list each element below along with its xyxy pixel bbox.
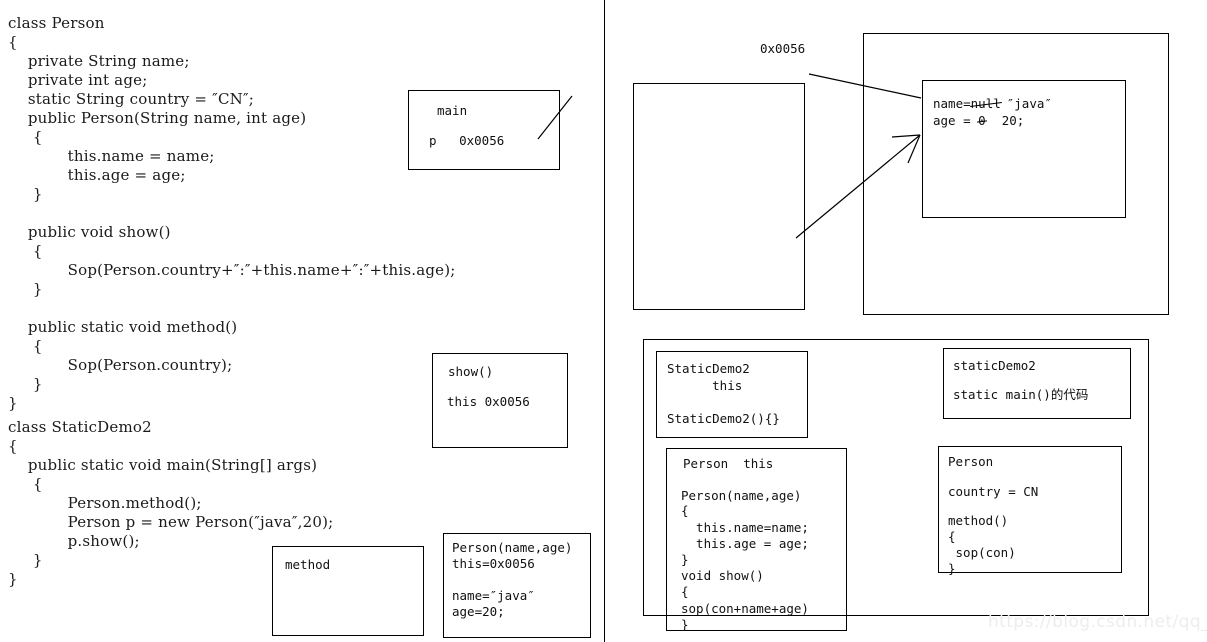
watermark-text: https://blog.csdn.net/qq_39249208 bbox=[988, 612, 1207, 632]
staticdemo2-nonstatic-line-3: StaticDemo2(){} bbox=[667, 411, 780, 426]
person-class-line-7: void show() bbox=[681, 568, 764, 583]
person-static-line-6: } bbox=[948, 561, 956, 576]
heap-object-field-name: name=null ″java″ bbox=[933, 95, 1052, 112]
method-area-staticdemo2-nonstatic-box: StaticDemo2 this StaticDemo2(){} bbox=[656, 351, 808, 438]
heap-object-field-age-old: 0 bbox=[978, 113, 986, 128]
panel-divider bbox=[604, 0, 605, 642]
person-class-line-3: { bbox=[681, 503, 689, 518]
source-code-person-class: class Person { private String name; priv… bbox=[8, 14, 456, 412]
heap-object-box: name=null ″java″ age = 0 20; bbox=[922, 80, 1126, 218]
person-static-line-2: country = CN bbox=[948, 484, 1039, 499]
person-class-line-1: Person this bbox=[683, 456, 774, 471]
staticdemo2-nonstatic-line-1: StaticDemo2 bbox=[667, 361, 750, 376]
stack-frame-constructor: Person(name,age) this=0x0056 name=″java″… bbox=[443, 533, 591, 638]
heap-object-field-name-old: null bbox=[970, 96, 1001, 111]
stack-frame-show-label-1: show() bbox=[448, 364, 494, 379]
heap-object-field-age-prefix: age = bbox=[933, 113, 979, 128]
person-class-line-5: this.age = age; bbox=[681, 536, 809, 551]
person-class-line-9: sop(con+name+age) bbox=[681, 601, 809, 616]
stack-frame-main: main p 0x0056 bbox=[408, 90, 560, 170]
staticdemo2-static-line-2: static main()的代码 bbox=[953, 387, 1089, 402]
stack-frame-constructor-line-4: age=20; bbox=[452, 604, 505, 619]
method-area-person-static-box: Person country = CN method() { sop(con) … bbox=[938, 446, 1122, 576]
person-class-line-8: { bbox=[681, 584, 689, 599]
heap-address-label: 0x0056 bbox=[760, 41, 806, 56]
stack-frame-constructor-line-1: Person(name,age) bbox=[452, 540, 573, 555]
person-static-line-1: Person bbox=[948, 454, 994, 469]
heap-object-field-age-new: 20; bbox=[1001, 113, 1025, 128]
stack-frame-main-label-1: main bbox=[437, 103, 468, 118]
diagram-canvas: class Person { private String name; priv… bbox=[0, 0, 1207, 642]
method-area-staticdemo2-static-box: staticDemo2 static main()的代码 bbox=[943, 348, 1131, 419]
stack-frame-constructor-line-2: this=0x0056 bbox=[452, 556, 535, 571]
stack-frame-method-label: method bbox=[285, 557, 331, 572]
method-area-person-class-box: Person this Person(name,age) { this.name… bbox=[666, 448, 847, 632]
stack-frame-method: method bbox=[272, 546, 424, 636]
heap-region-box: name=null ″java″ age = 0 20; bbox=[863, 33, 1169, 315]
person-static-line-5: sop(con) bbox=[948, 545, 1016, 560]
person-static-line-3: method() bbox=[948, 513, 1009, 528]
heap-object-field-name-prefix: name= bbox=[933, 96, 971, 111]
stack-region-box bbox=[633, 83, 805, 310]
person-static-line-4: { bbox=[948, 529, 956, 544]
heap-object-field-age: age = 0 20; bbox=[933, 112, 1024, 129]
heap-object-field-name-new: ″java″ bbox=[1006, 96, 1052, 111]
person-class-line-6: } bbox=[681, 552, 689, 567]
stack-frame-show-label-2: this 0x0056 bbox=[447, 394, 530, 409]
person-class-line-10: } bbox=[681, 617, 689, 632]
person-class-line-2: Person(name,age) bbox=[681, 488, 802, 503]
stack-frame-show: show() this 0x0056 bbox=[432, 353, 568, 448]
person-class-line-4: this.name=name; bbox=[681, 520, 809, 535]
stack-frame-main-label-2: p 0x0056 bbox=[429, 133, 505, 148]
staticdemo2-static-line-1: staticDemo2 bbox=[953, 358, 1036, 373]
staticdemo2-nonstatic-line-2: this bbox=[667, 378, 743, 393]
stack-frame-constructor-line-3: name=″java″ bbox=[452, 588, 535, 603]
